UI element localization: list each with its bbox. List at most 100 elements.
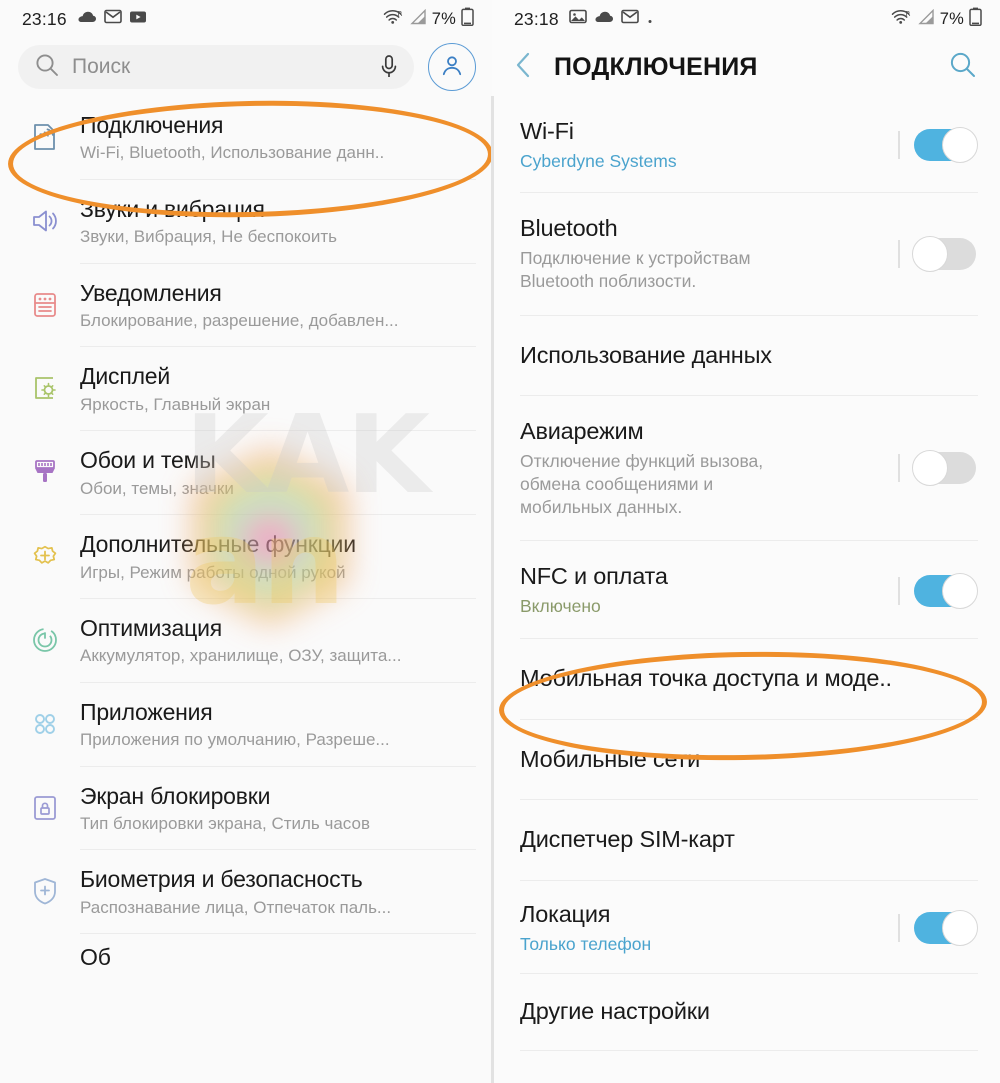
settings-item-subtitle: Блокирование, разрешение, добавлен... xyxy=(80,311,399,331)
toggle-knob xyxy=(942,127,978,164)
search-placeholder: Поиск xyxy=(72,55,131,78)
connection-item-mobile-hotspot[interactable]: Мобильная точка доступа и моде.. xyxy=(492,639,1000,719)
microphone-icon[interactable] xyxy=(380,54,398,80)
toggle-switch[interactable] xyxy=(914,127,978,164)
svg-text:R: R xyxy=(905,10,910,18)
connection-item-subtitle: Только телефон xyxy=(520,933,652,954)
notifications-icon xyxy=(18,280,72,321)
settings-item-sounds[interactable]: Звуки и вибрация Звуки, Вибрация, Не бес… xyxy=(0,180,492,263)
settings-item-subtitle: Тип блокировки экрана, Стиль часов xyxy=(80,814,370,834)
settings-item-title: Уведомления xyxy=(80,279,222,306)
connection-item-subtitle: Включено xyxy=(520,596,601,617)
page-title: ПОДКЛЮЧЕНИЯ xyxy=(554,52,758,81)
wifi-roaming-icon: R xyxy=(891,8,913,30)
wifi-toggle[interactable] xyxy=(898,127,978,164)
settings-item-connections[interactable]: Подключения Wi-Fi, Bluetooth, Использова… xyxy=(0,96,492,179)
settings-item-partial[interactable]: Об xyxy=(0,934,492,985)
connections-header: ПОДКЛЮЧЕНИЯ xyxy=(492,38,1000,96)
right-status-notification-icons xyxy=(568,9,654,29)
connection-item-title: Мобильная точка доступа и моде.. xyxy=(520,664,892,691)
settings-item-subtitle: Wi-Fi, Bluetooth, Использование данн.. xyxy=(80,143,385,163)
connection-item-title: Локация xyxy=(520,901,611,927)
svg-text:R: R xyxy=(397,10,402,18)
search-icon[interactable] xyxy=(948,50,978,85)
connections-list: Wi-Fi Cyberdyne Systems Bluetooth Подклю… xyxy=(492,96,1000,1052)
settings-item-biometrics[interactable]: Биометрия и безопасность Распознавание л… xyxy=(0,850,492,933)
cloud-icon xyxy=(77,9,97,29)
toggle-switch[interactable] xyxy=(914,572,978,609)
bluetooth-toggle[interactable] xyxy=(898,236,976,273)
toggle-separator xyxy=(898,240,900,269)
settings-item-subtitle: Приложения по умолчанию, Разреше... xyxy=(80,730,390,750)
settings-item-notifications[interactable]: Уведомления Блокирование, разрешение, до… xyxy=(0,264,492,347)
dot-icon xyxy=(646,9,654,29)
settings-item-subtitle: Обои, темы, значки xyxy=(80,478,234,498)
screen-separator xyxy=(491,96,494,1083)
left-status-notification-icons xyxy=(77,9,147,29)
settings-item-subtitle: Распознавание лица, Отпечаток паль... xyxy=(80,897,392,917)
connection-item-title: Wi-Fi xyxy=(520,118,574,144)
connection-item-data-usage[interactable]: Использование данных xyxy=(492,316,1000,396)
toggle-knob xyxy=(942,910,978,947)
connection-item-location[interactable]: Локация Только телефон xyxy=(492,881,1000,973)
battery-icon xyxy=(969,7,982,31)
connection-item-title: Мобильные сети xyxy=(520,745,701,772)
settings-item-title: Биометрия и безопасность xyxy=(80,866,363,893)
cellular-signal-icon xyxy=(918,8,935,30)
account-avatar-icon xyxy=(438,51,466,84)
gmail-icon xyxy=(620,9,639,29)
toggle-switch[interactable] xyxy=(912,450,976,487)
settings-item-wallpapers[interactable]: Обои и темы Обои, темы, значки xyxy=(0,431,492,514)
connection-item-title: Другие настройки xyxy=(520,998,710,1025)
airplane-mode-toggle[interactable] xyxy=(898,450,976,487)
connection-item-airplane-mode[interactable]: Авиарежим Отключение функций вызова, обм… xyxy=(492,396,1000,540)
settings-item-optimization[interactable]: Оптимизация Аккумулятор, хранилище, ОЗУ,… xyxy=(0,599,492,682)
connection-item-bluetooth[interactable]: Bluetooth Подключение к устройствам Blue… xyxy=(492,193,1000,314)
left-battery-percent: 7% xyxy=(431,9,456,28)
speaker-icon xyxy=(18,196,72,237)
connection-item-other-settings[interactable]: Другие настройки xyxy=(492,974,1000,1050)
connection-item-sim-manager[interactable]: Диспетчер SIM-карт xyxy=(492,800,1000,880)
location-toggle[interactable] xyxy=(898,910,978,947)
settings-item-apps[interactable]: Приложения Приложения по умолчанию, Разр… xyxy=(0,683,492,766)
connection-item-title: Авиарежим xyxy=(520,418,644,445)
wifi-roaming-icon: R xyxy=(383,8,405,30)
connection-item-subtitle: Подключение к устройствам Bluetooth побл… xyxy=(520,248,751,291)
left-status-time: 23:16 xyxy=(22,8,67,29)
left-phone-screen: 23:16 R 7% Поиск KAK an Подключения Wi-F… xyxy=(0,0,492,1083)
connection-item-mobile-networks[interactable]: Мобильные сети xyxy=(492,720,1000,800)
dual-screenshot-container: 23:16 R 7% Поиск KAK an Подключения Wi-F… xyxy=(0,0,1000,1083)
settings-item-title: Звуки и вибрация xyxy=(80,195,265,222)
toggle-knob xyxy=(912,450,948,487)
lock-screen-icon xyxy=(18,783,72,824)
account-avatar-button[interactable] xyxy=(428,43,476,91)
connection-item-nfc[interactable]: NFC и оплата Включено xyxy=(492,541,1000,637)
settings-item-title: Обои и темы xyxy=(80,447,216,474)
toggle-switch[interactable] xyxy=(914,910,978,947)
nfc-toggle[interactable] xyxy=(898,572,978,609)
connection-item-title: Диспетчер SIM-карт xyxy=(520,826,735,853)
settings-item-advanced-features[interactable]: Дополнительные функции Игры, Режим работ… xyxy=(0,515,492,598)
back-chevron-icon[interactable] xyxy=(512,50,534,85)
right-phone-screen: 23:18 R 7% ПОДКЛЮЧЕНИЯ Wi-Fi Cyberdyne S… xyxy=(492,0,1000,1083)
settings-item-title: Подключения xyxy=(80,112,224,138)
toggle-separator xyxy=(898,454,900,483)
gmail-icon xyxy=(103,9,122,29)
battery-icon xyxy=(461,7,474,31)
settings-item-title: Экран блокировки xyxy=(80,782,271,809)
settings-item-display[interactable]: Дисплей Яркость, Главный экран xyxy=(0,347,492,430)
optimization-icon xyxy=(18,615,72,656)
settings-item-lock-screen[interactable]: Экран блокировки Тип блокировки экрана, … xyxy=(0,767,492,850)
advanced-features-icon xyxy=(18,531,72,572)
search-icon xyxy=(34,52,60,83)
settings-item-subtitle: Яркость, Главный экран xyxy=(80,394,271,414)
photos-icon xyxy=(568,9,587,29)
connection-item-title: Использование данных xyxy=(520,341,772,368)
settings-item-subtitle: Звуки, Вибрация, Не беспокоить xyxy=(80,227,338,247)
toggle-switch[interactable] xyxy=(912,236,976,273)
settings-list: Подключения Wi-Fi, Bluetooth, Использова… xyxy=(0,96,492,986)
connection-item-wifi[interactable]: Wi-Fi Cyberdyne Systems xyxy=(492,96,1000,192)
toggle-separator xyxy=(898,576,900,605)
settings-item-title: Приложения xyxy=(80,698,213,725)
search-input[interactable]: Поиск xyxy=(18,45,414,89)
